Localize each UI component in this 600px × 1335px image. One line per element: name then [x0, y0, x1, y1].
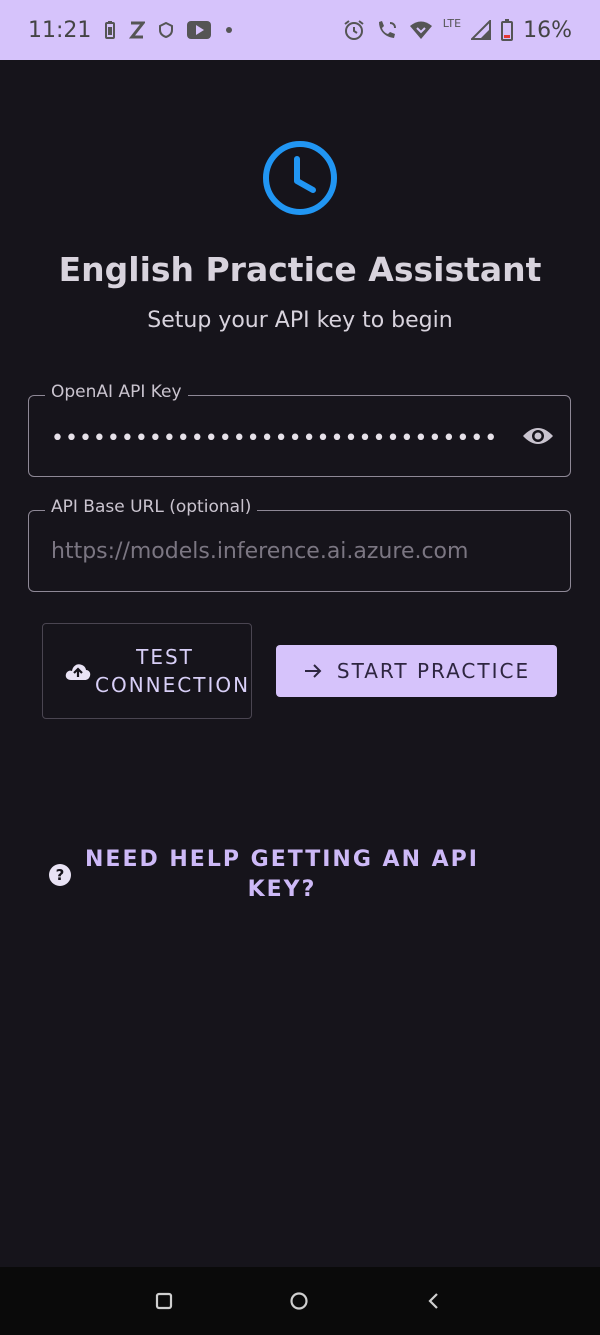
- network-type: LTE: [442, 16, 462, 30]
- api-key-value[interactable]: ••••••••••••••••••••••••••••••••••••••••…: [51, 426, 501, 451]
- base-url-field[interactable]: API Base URL (optional) https://models.i…: [28, 497, 571, 592]
- battery-saver-icon: [105, 21, 116, 39]
- dot-icon: [225, 26, 233, 34]
- battery-icon: [501, 19, 514, 41]
- youtube-icon: [187, 21, 212, 39]
- start-practice-label: START PRACTICE: [336, 659, 531, 683]
- app-subtitle: Setup your API key to begin: [147, 308, 453, 333]
- api-key-field[interactable]: OpenAI API Key •••••••••••••••••••••••••…: [28, 382, 571, 477]
- status-time: 11:21: [28, 17, 92, 43]
- test-connection-button[interactable]: TEST CONNECTION: [42, 623, 252, 719]
- z-app-icon: [129, 21, 146, 39]
- help-link-label: NEED HELP GETTING AN API KEY?: [85, 847, 479, 902]
- back-icon[interactable]: [422, 1289, 446, 1313]
- home-icon[interactable]: [287, 1289, 311, 1313]
- status-right: LTE 16%: [343, 0, 572, 60]
- api-key-label: OpenAI API Key: [45, 382, 188, 402]
- recents-icon[interactable]: [152, 1289, 176, 1313]
- status-bar: 11:21 LTE 16%: [0, 0, 600, 60]
- help-link[interactable]: ? NEED HELP GETTING AN API KEY?: [48, 845, 488, 905]
- signal-icon: [471, 20, 492, 40]
- clock-icon: [261, 139, 339, 217]
- test-connection-label: TEST CONNECTION: [95, 645, 251, 697]
- status-left: 11:21: [28, 18, 233, 43]
- eye-icon[interactable]: [522, 423, 554, 449]
- base-url-label: API Base URL (optional): [45, 497, 258, 517]
- alarm-icon: [343, 19, 365, 41]
- cloud-upload-icon: [65, 661, 91, 681]
- help-icon: ?: [48, 863, 72, 887]
- start-practice-button[interactable]: START PRACTICE: [276, 645, 557, 697]
- app-title: English Practice Assistant: [58, 250, 542, 289]
- wifi-icon: [409, 20, 433, 40]
- wifi-call-icon: [375, 19, 399, 41]
- svg-text:?: ?: [56, 866, 65, 884]
- shield-icon: [159, 22, 174, 38]
- base-url-placeholder[interactable]: https://models.inference.ai.azure.com: [51, 539, 468, 564]
- navigation-bar: [0, 1267, 600, 1335]
- arrow-right-icon: [303, 662, 323, 680]
- battery-percent: 16%: [523, 17, 572, 43]
